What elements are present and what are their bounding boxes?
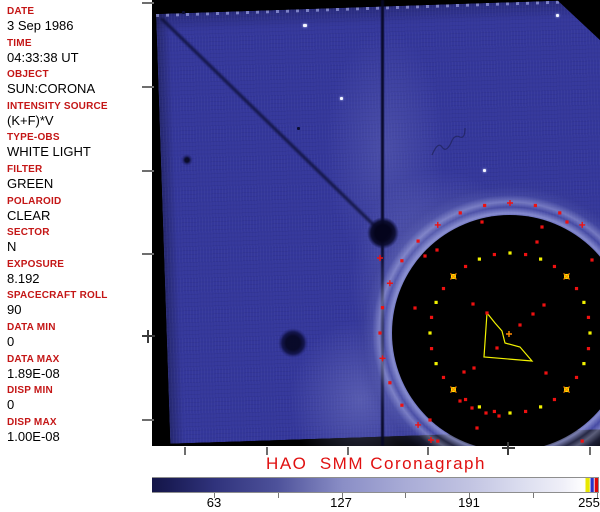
colorbar-tick — [405, 493, 407, 498]
frame-tick — [142, 253, 154, 255]
frame-tick — [184, 447, 186, 455]
metadata-value: GREEN — [7, 176, 54, 191]
metadata-label: EXPOSURE — [7, 258, 65, 270]
metadata-label: FILTER — [7, 164, 43, 175]
frame-tick — [142, 2, 154, 4]
metadata-value: (K+F)*V — [7, 112, 54, 128]
metadata-label: POLAROID — [7, 195, 62, 207]
metadata-panel: DATE 3 Sep 1986 TIME 04:33:38 UT OBJECT SUN:C… — [0, 0, 152, 512]
metadata-field: FILTER GREEN — [7, 164, 152, 191]
metadata-field: INTENSITY SOURCE (K+F)*V — [7, 101, 152, 128]
intensity-colorbar — [86, 477, 599, 493]
metadata-value: 04:33:38 UT — [7, 49, 79, 65]
metadata-value: 1.00E-08 — [7, 428, 60, 444]
metadata-label: INTENSITY SOURCE — [7, 100, 108, 112]
metadata-label: DATA MIN — [7, 322, 56, 333]
frame-tick — [142, 170, 154, 172]
metadata-value: 0 — [7, 334, 15, 349]
colorbar-tick — [533, 493, 535, 498]
metadata-value: WHITE LIGHT — [7, 144, 91, 160]
metadata-field: TIME 04:33:38 UT — [7, 38, 152, 65]
metadata-value: 1.89E-08 — [7, 365, 60, 381]
metadata-label: SECTOR — [7, 227, 50, 239]
metadata-value: N — [7, 239, 17, 255]
metadata-label: DISP MIN — [7, 385, 53, 397]
metadata-value: 0 — [7, 397, 15, 413]
frame-tick — [266, 447, 268, 455]
frame-tick — [427, 447, 429, 455]
colorbar-tick-label: 127 — [330, 495, 352, 510]
frame-tick — [347, 447, 349, 455]
metadata-value: CLEAR — [7, 207, 51, 223]
metadata-label: DISP MAX — [7, 416, 57, 428]
metadata-field: TYPE-OBS WHITE LIGHT — [7, 132, 152, 159]
frame-tick — [147, 330, 149, 343]
metadata-field: EXPOSURE 8.192 — [7, 259, 152, 286]
metadata-field: DATA MAX 1.89E-08 — [7, 354, 152, 381]
metadata-value: 90 — [7, 302, 22, 318]
metadata-value: 8.192 — [7, 270, 40, 286]
metadata-label: OBJECT — [7, 69, 49, 81]
fiducial-marker-overlay — [377, 127, 594, 443]
colorbar-tick-label: 191 — [458, 495, 480, 510]
image-title: HAO SMM Coronagraph — [266, 454, 486, 473]
metadata-label: DATE — [7, 6, 35, 17]
metadata-field: SECTOR N — [7, 227, 152, 254]
metadata-value: SUN:CORONA — [7, 81, 96, 97]
metadata-field: POLAROID CLEAR — [7, 196, 152, 223]
metadata-field: DISP MAX 1.00E-08 — [7, 417, 152, 444]
metadata-label: DATA MAX — [7, 353, 60, 365]
coronagraph-viewer-window: DATE 3 Sep 1986 TIME 04:33:38 UT OBJECT SUN:C… — [0, 0, 600, 512]
metadata-field: OBJECT SUN:CORONA — [7, 69, 152, 96]
frame-tick — [142, 86, 154, 88]
colorbar-tick-label: 255 — [578, 495, 600, 510]
metadata-label: TIME — [7, 37, 32, 49]
metadata-field: SPACECRAFT ROLL 90 — [7, 290, 152, 317]
metadata-field: DATA MIN 0 — [7, 322, 152, 349]
metadata-value: 3 Sep 1986 — [7, 18, 74, 33]
metadata-label: TYPE-OBS — [7, 132, 60, 144]
colorbar-tick-label: 63 — [206, 495, 222, 510]
metadata-field: DISP MIN 0 — [7, 385, 152, 412]
frame-tick — [507, 442, 509, 455]
metadata-label: SPACECRAFT ROLL — [7, 290, 108, 302]
frame-tick — [142, 419, 154, 421]
frame-tick — [589, 447, 591, 455]
coronagraph-image-canvas — [152, 0, 600, 446]
metadata-field: DATE 3 Sep 1986 — [7, 6, 152, 33]
colorbar-tick — [277, 493, 279, 498]
